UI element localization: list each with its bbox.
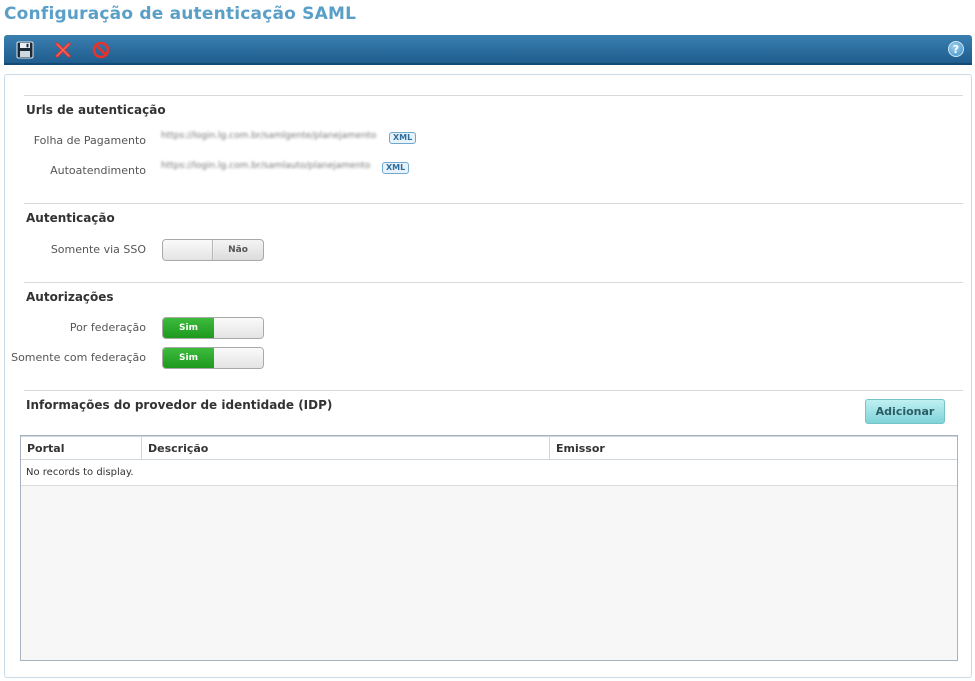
- only-federation-label: Somente com federação: [11, 351, 146, 364]
- cancel-button[interactable]: [52, 39, 74, 61]
- column-header-portal[interactable]: Portal: [21, 437, 142, 460]
- toggle-knob: [214, 318, 263, 338]
- xml-badge-selfservice[interactable]: XML: [382, 162, 410, 174]
- toggle-off-label: Não: [212, 240, 263, 260]
- url-value-selfservice[interactable]: https://login.lg.com.br/samlauto/planeja…: [161, 161, 370, 171]
- divider: [24, 390, 963, 391]
- toggle-on-label: Sim: [163, 318, 214, 338]
- settings-panel: Urls de autenticação Folha de Pagamento …: [4, 74, 972, 678]
- section-title-idp: Informações do provedor de identidade (I…: [26, 398, 333, 412]
- section-title-auth: Autenticação: [26, 211, 115, 225]
- url-label-selfservice: Autoatendimento: [50, 164, 146, 177]
- add-button[interactable]: Adicionar: [865, 399, 945, 424]
- grid-empty-message: No records to display.: [21, 460, 957, 486]
- xml-badge-payroll[interactable]: XML: [389, 132, 417, 144]
- section-title-urls: Urls de autenticação: [26, 103, 166, 117]
- url-value-payroll[interactable]: https://login.lg.com.br/samlgente/planej…: [161, 131, 376, 141]
- divider: [24, 203, 963, 204]
- save-button[interactable]: [14, 39, 36, 61]
- only-federation-toggle[interactable]: Sim: [162, 347, 264, 369]
- url-label-payroll: Folha de Pagamento: [33, 134, 146, 147]
- toggle-knob: [214, 348, 263, 368]
- column-header-description[interactable]: Descrição: [142, 437, 550, 460]
- disable-button[interactable]: [90, 39, 112, 61]
- divider: [24, 282, 963, 283]
- idp-grid: Portal Descrição Emissor No records to d…: [20, 435, 958, 661]
- column-header-issuer[interactable]: Emissor: [550, 437, 957, 460]
- toggle-on-label: Sim: [163, 348, 214, 368]
- help-button[interactable]: ?: [948, 41, 964, 57]
- page-title: Configuração de autenticação SAML: [4, 4, 357, 24]
- section-title-authz: Autorizações: [26, 290, 114, 304]
- grid-header: Portal Descrição Emissor: [21, 436, 957, 460]
- federation-toggle[interactable]: Sim: [162, 317, 264, 339]
- floppy-disk-icon: [16, 41, 34, 59]
- help-icon: ?: [952, 42, 960, 56]
- red-x-icon: [55, 42, 71, 58]
- toolbar: ?: [4, 35, 972, 65]
- federation-label: Por federação: [69, 321, 146, 334]
- no-entry-icon: [92, 41, 110, 59]
- divider: [24, 95, 963, 96]
- sso-toggle[interactable]: Não: [162, 239, 264, 261]
- toggle-knob: [163, 240, 214, 260]
- sso-label: Somente via SSO: [50, 243, 146, 256]
